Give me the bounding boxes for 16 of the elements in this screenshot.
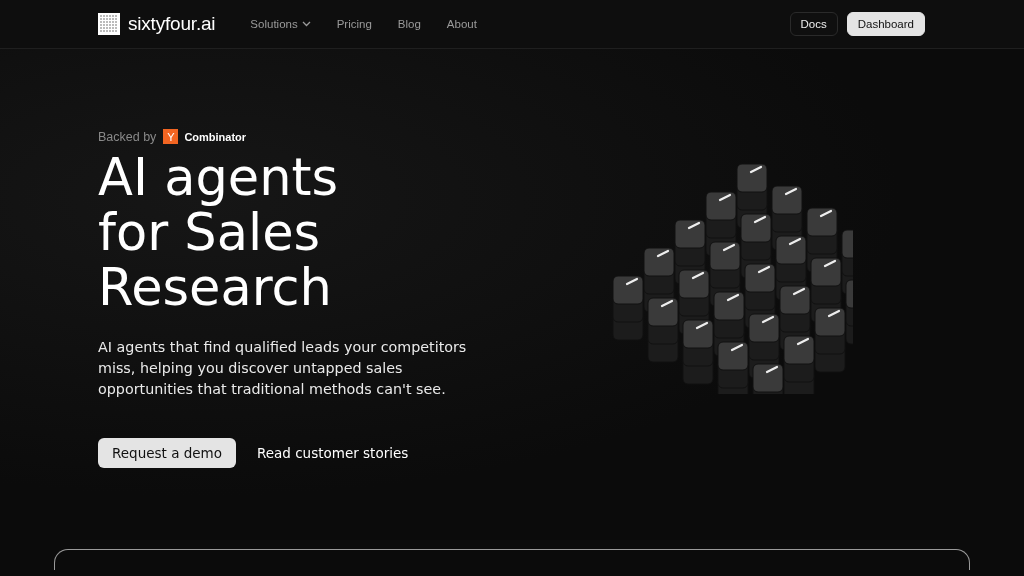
hero-headline: AI agents for Sales Research xyxy=(98,150,340,315)
logo-text[interactable]: sixtyfour.ai xyxy=(128,13,216,35)
nav-link[interactable]: Solutions xyxy=(250,18,311,30)
hero-description: AI agents that find qualified leads your competitors miss, helping you discover untapped sales opportunities that traditional methods can't see. xyxy=(98,338,468,399)
yc-logo: Y xyxy=(163,129,179,144)
demo-button[interactable]: Request a demo xyxy=(98,438,236,468)
nav-link[interactable]: Blog xyxy=(397,18,421,30)
nav-link[interactable]: About xyxy=(446,18,477,30)
header-button[interactable]: Docs xyxy=(789,12,838,36)
stories-link[interactable]: Read customer stories xyxy=(257,438,409,468)
chevron-down-icon xyxy=(301,21,311,27)
backed-by-label: Backed by xyxy=(98,129,157,144)
header-button[interactable]: Dashboard xyxy=(846,12,925,36)
yc-name: Combinator xyxy=(184,130,247,143)
nav-link[interactable]: Pricing xyxy=(336,18,372,30)
logo-icon xyxy=(98,13,120,35)
